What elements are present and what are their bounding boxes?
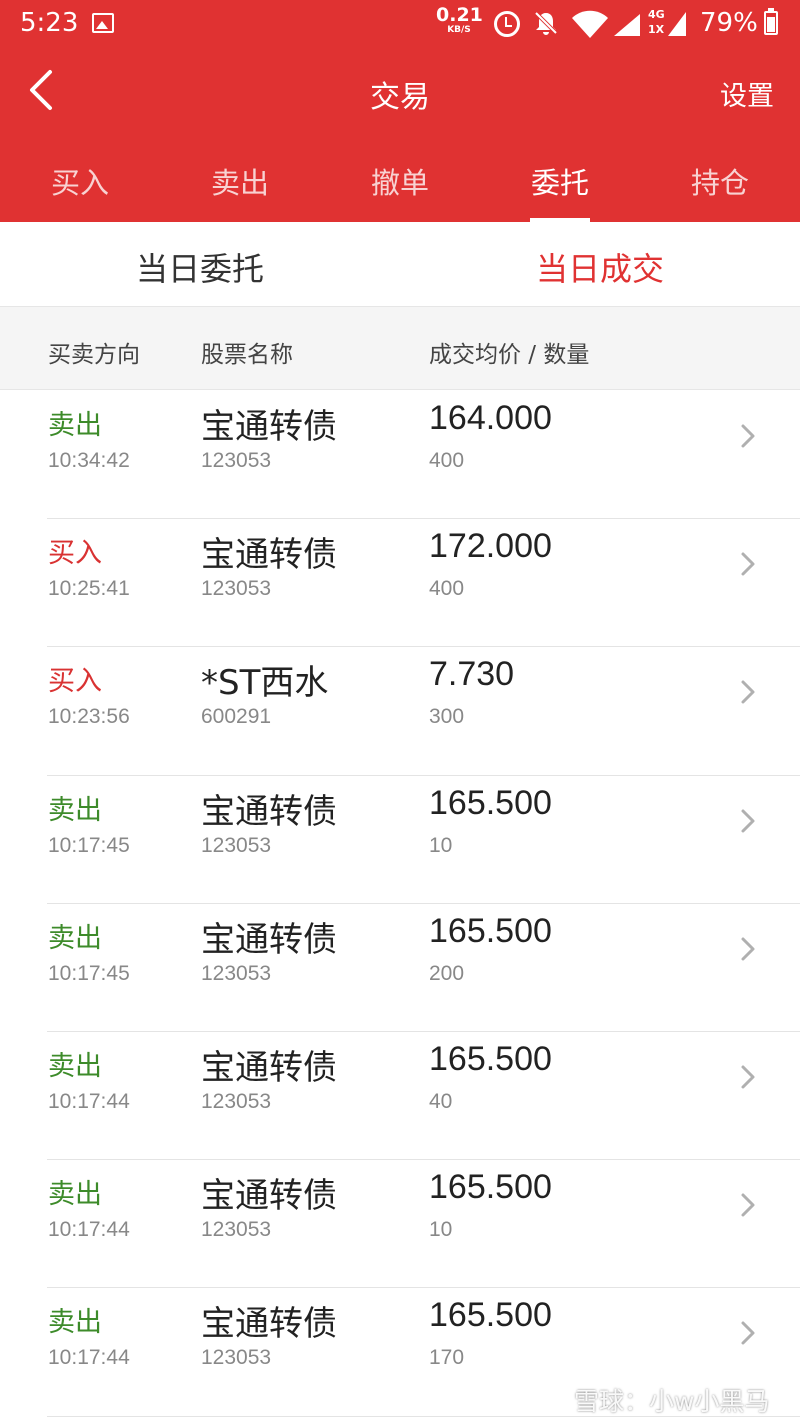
deal-list: 卖出 10:34:42 宝通转债 123053 164.000 400 买入 1…	[0, 391, 800, 1417]
battery-percent: 79%	[700, 8, 758, 38]
bell-off-icon	[533, 10, 559, 42]
deal-price: 165.500	[429, 1168, 552, 1207]
watermark-text: 雪球：小w小黑马	[574, 1387, 770, 1416]
network-speed-value: 0.21	[436, 4, 483, 26]
stock-name: 宝通转债	[201, 791, 337, 832]
gallery-icon	[92, 13, 114, 33]
stock-code: 123053	[201, 449, 272, 472]
tab-orders[interactable]: 委托	[480, 134, 640, 222]
stock-name: 宝通转债	[201, 919, 337, 960]
direction-label: 买入	[48, 538, 102, 570]
stock-name: 宝通转债	[201, 1176, 337, 1217]
direction-label: 卖出	[48, 1179, 102, 1211]
deal-time: 10:17:44	[48, 1218, 130, 1242]
page-title: 交易	[370, 80, 430, 115]
stock-code: 600291	[201, 705, 272, 729]
stock-code: 123053	[201, 1346, 272, 1370]
stock-code: 123053	[201, 833, 272, 857]
deal-time: 10:25:41	[48, 577, 130, 601]
deal-quantity: 10	[429, 1218, 453, 1242]
deal-time: 10:23:56	[48, 705, 130, 729]
subtab-today-deals[interactable]: 当日成交	[400, 222, 800, 306]
status-time: 5:23	[20, 8, 79, 38]
network-speed: 0.21 KB/S	[436, 4, 483, 35]
tab-buy[interactable]: 买入	[0, 134, 160, 222]
stock-name: 宝通转债	[201, 1047, 337, 1088]
column-price-qty: 成交均价 / 数量	[429, 342, 590, 368]
deal-row[interactable]: 卖出 10:17:44 宝通转债 123053 165.500 40	[0, 1032, 800, 1161]
order-subtabs: 当日委托 当日成交	[0, 222, 800, 306]
column-stock-name: 股票名称	[201, 342, 293, 368]
deal-quantity: 10	[429, 833, 453, 857]
deal-price: 165.500	[429, 911, 552, 950]
deal-time: 10:34:42	[48, 449, 130, 472]
deal-row[interactable]: 卖出 10:17:45 宝通转债 123053 165.500 10	[0, 776, 800, 904]
column-direction: 买卖方向	[48, 342, 140, 368]
network-badge-top: 4G	[648, 8, 665, 21]
chevron-right-icon	[741, 937, 755, 961]
deal-quantity: 300	[429, 705, 465, 729]
tab-cancel-order[interactable]: 撤单	[320, 134, 480, 222]
chevron-right-icon	[741, 1321, 755, 1345]
tab-sell[interactable]: 卖出	[160, 134, 320, 222]
network-4g-icon: 4G 1X	[648, 8, 690, 40]
deal-row[interactable]: 卖出 10:17:44 宝通转债 123053 165.500 10	[0, 1160, 800, 1289]
chevron-right-icon	[741, 1193, 755, 1217]
network-speed-unit: KB/S	[447, 25, 471, 35]
deal-price: 172.000	[429, 527, 552, 566]
chevron-right-icon	[741, 809, 755, 833]
app-header: 交易 设置	[0, 50, 800, 134]
deal-row[interactable]: 买入 10:25:41 宝通转债 123053 172.000 400	[0, 519, 800, 648]
deal-price: 165.500	[429, 783, 552, 822]
chevron-right-icon	[741, 680, 755, 704]
deal-quantity: 170	[429, 1346, 465, 1370]
subtab-today-orders[interactable]: 当日委托	[0, 222, 400, 306]
alarm-icon	[494, 11, 520, 37]
signal-icon	[612, 12, 642, 42]
settings-button[interactable]: 设置	[720, 74, 774, 113]
deal-row[interactable]: 卖出 10:17:45 宝通转债 123053 165.500 200	[0, 904, 800, 1033]
deal-time: 10:17:45	[48, 961, 130, 985]
wifi-icon	[570, 10, 610, 40]
deal-quantity: 40	[429, 1089, 453, 1113]
direction-label: 卖出	[48, 922, 102, 954]
deal-row[interactable]: 买入 10:23:56 *ST西水 600291 7.730 300	[0, 647, 800, 776]
deal-time: 10:17:45	[48, 833, 130, 857]
trade-tabs: 买入 卖出 撤单 委托 持仓	[0, 134, 800, 222]
deal-row[interactable]: 卖出 10:34:42 宝通转债 123053 164.000 400	[0, 391, 800, 520]
direction-label: 卖出	[48, 1307, 102, 1339]
deal-time: 10:17:44	[48, 1346, 130, 1370]
deal-price: 7.730	[429, 655, 515, 694]
direction-label: 买入	[48, 666, 102, 698]
chevron-right-icon	[741, 424, 755, 448]
deal-quantity: 200	[429, 961, 465, 985]
status-bar: 5:23 0.21 KB/S 4G 1X 79%	[0, 0, 800, 50]
deal-price: 165.500	[429, 1039, 552, 1078]
deal-price: 165.500	[429, 1296, 552, 1335]
stock-name: 宝通转债	[201, 407, 337, 447]
column-header: 买卖方向 股票名称 成交均价 / 数量	[0, 306, 800, 390]
chevron-right-icon	[741, 552, 755, 576]
deal-price: 164.000	[429, 399, 552, 437]
deal-quantity: 400	[429, 577, 465, 601]
deal-quantity: 400	[429, 449, 465, 472]
stock-code: 123053	[201, 577, 272, 601]
network-badge-bottom: 1X	[648, 23, 665, 36]
direction-label: 卖出	[48, 1050, 102, 1082]
stock-name: 宝通转债	[201, 1304, 337, 1345]
stock-code: 123053	[201, 1218, 272, 1242]
deal-time: 10:17:44	[48, 1089, 130, 1113]
stock-code: 123053	[201, 961, 272, 985]
direction-label: 卖出	[48, 410, 102, 441]
battery-icon	[764, 8, 778, 35]
stock-code: 123053	[201, 1089, 272, 1113]
tab-positions[interactable]: 持仓	[640, 134, 800, 222]
stock-name: 宝通转债	[201, 535, 337, 576]
direction-label: 卖出	[48, 794, 102, 826]
chevron-right-icon	[741, 1065, 755, 1089]
stock-name: *ST西水	[201, 663, 329, 704]
